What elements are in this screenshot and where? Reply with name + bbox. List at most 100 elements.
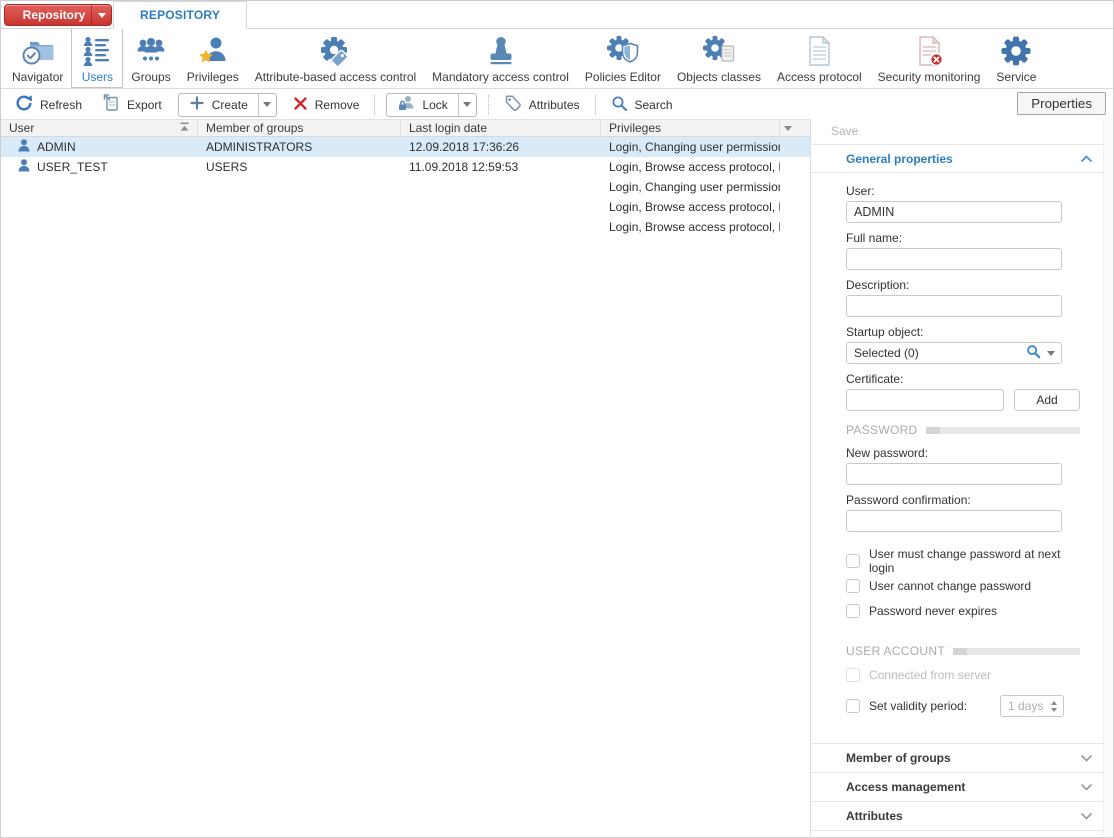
spin-up-button[interactable]	[1051, 701, 1057, 705]
ribbon-item-label: Navigator	[12, 70, 63, 84]
table-row[interactable]: Login, Browse access protocol, Logi...	[1, 217, 810, 237]
toolbar-separator	[488, 95, 489, 115]
privileges-user-star-icon	[196, 32, 230, 69]
ribbon-item-users[interactable]: Users	[71, 28, 123, 88]
repository-menu-caret[interactable]	[91, 5, 111, 25]
lock-button[interactable]: Lock	[387, 94, 457, 116]
add-certificate-button[interactable]: Add	[1014, 389, 1080, 411]
section-header-attributes[interactable]: Attributes	[812, 802, 1103, 830]
table-row[interactable]: Login, Changing user permissions, d...	[1, 177, 810, 197]
new-password-input[interactable]	[846, 463, 1062, 485]
attributes-button[interactable]: Attributes	[494, 93, 590, 116]
chevron-down-icon	[263, 102, 271, 107]
section-header-member-of-groups[interactable]: Member of groups	[812, 744, 1103, 772]
validity-period-spinner[interactable]: 1 days	[1000, 695, 1064, 717]
remove-button[interactable]: Remove	[283, 93, 370, 116]
full-name-input[interactable]	[846, 248, 1062, 270]
column-header-user[interactable]: User	[1, 120, 198, 136]
save-button[interactable]: Save	[812, 119, 1103, 144]
ribbon-item-label: Users	[82, 70, 113, 84]
search-label: Search	[635, 98, 673, 112]
certificate-input[interactable]	[846, 389, 1004, 411]
groups-cell: USERS	[198, 160, 401, 174]
section-title: Attributes	[846, 809, 903, 823]
create-dropdown-button[interactable]	[258, 94, 276, 116]
ribbon-item-label: Groups	[131, 70, 170, 84]
privileges-cell: Login, Changing user permissions, d...	[601, 140, 780, 154]
ribbon-item-security-monitoring[interactable]: Security monitoring	[870, 29, 989, 88]
checkbox-unchecked[interactable]	[846, 554, 860, 568]
description-input[interactable]	[846, 295, 1062, 317]
column-header-member-of-groups[interactable]: Member of groups	[198, 120, 401, 136]
spin-down-button[interactable]	[1051, 708, 1057, 712]
section-title: Access management	[846, 780, 965, 794]
ribbon-item-navigator[interactable]: Navigator	[4, 29, 71, 88]
user-icon	[18, 159, 30, 175]
section-header-user-objects[interactable]: User objects	[812, 831, 1103, 836]
privileges-cell: Login, Browse access protocol, Logi...	[601, 220, 780, 234]
search-button[interactable]: Search	[601, 93, 683, 116]
table-row[interactable]: ADMIN ADMINISTRATORS 12.09.2018 17:36:26…	[1, 137, 810, 157]
create-button[interactable]: Create	[179, 94, 258, 116]
group-title: PASSWORD	[846, 423, 918, 437]
column-header-label: User	[9, 121, 34, 135]
column-chooser-button[interactable]	[780, 120, 795, 136]
checkbox-password-never-expires[interactable]: Password never expires	[846, 603, 1080, 618]
groups-people-icon	[134, 32, 168, 69]
gear-tag-icon	[318, 32, 352, 69]
column-header-privileges[interactable]: Privileges	[601, 120, 780, 136]
column-header-last-login-date[interactable]: Last login date	[401, 120, 601, 136]
ribbon-item-privileges[interactable]: Privileges	[179, 29, 247, 88]
ribbon-item-label: Objects classes	[677, 70, 761, 84]
export-button[interactable]: Export	[92, 93, 172, 116]
ribbon-item-service[interactable]: Service	[988, 29, 1044, 88]
lock-dropdown-button[interactable]	[458, 94, 476, 116]
ribbon-item-mandatory-access-control[interactable]: Mandatory access control	[424, 29, 577, 88]
checkbox-unchecked[interactable]	[846, 604, 860, 618]
checkbox-unchecked[interactable]	[846, 579, 860, 593]
checkbox-cannot-change-password[interactable]: User cannot change password	[846, 578, 1080, 593]
create-split-button: Create	[178, 93, 277, 117]
checkbox-label: User must change password at next login	[869, 547, 1080, 575]
startup-object-value: Selected (0)	[854, 346, 1026, 360]
ribbon-item-label: Policies Editor	[585, 70, 661, 84]
section-header-general-properties[interactable]: General properties	[812, 145, 1103, 172]
ribbon-item-label: Mandatory access control	[432, 70, 569, 84]
section-header-access-management[interactable]: Access management	[812, 773, 1103, 801]
table-row[interactable]: USER_TEST USERS 11.09.2018 12:59:53 Logi…	[1, 157, 810, 177]
ribbon-item-access-protocol[interactable]: Access protocol	[769, 29, 870, 88]
checkbox-unchecked[interactable]	[846, 699, 860, 713]
repository-menu-button[interactable]: Repository	[4, 4, 112, 26]
user-name: USER_TEST	[37, 160, 108, 174]
privileges-cell: Login, Browse access protocol, Logi...	[601, 160, 780, 174]
navigator-folder-check-icon	[21, 32, 55, 69]
search-icon[interactable]	[1026, 344, 1041, 362]
column-header-label: Last login date	[409, 121, 487, 135]
checkbox-must-change-password[interactable]: User must change password at next login	[846, 553, 1080, 568]
tag-icon	[504, 94, 522, 115]
properties-toggle-button[interactable]: Properties	[1017, 92, 1106, 115]
password-confirmation-input[interactable]	[846, 510, 1062, 532]
certificate-field-label: Certificate:	[846, 372, 1080, 386]
lock-label: Lock	[422, 98, 447, 112]
ribbon-item-groups[interactable]: Groups	[123, 29, 178, 88]
refresh-button[interactable]: Refresh	[5, 93, 92, 116]
ribbon-item-objects-classes[interactable]: Objects classes	[669, 29, 769, 88]
user-input[interactable]	[846, 201, 1062, 223]
tab-repository[interactable]: REPOSITORY	[113, 1, 247, 29]
ribbon-item-attribute-based-access-control[interactable]: Attribute-based access control	[247, 29, 424, 88]
ribbon-item-policies-editor[interactable]: Policies Editor	[577, 29, 669, 88]
user-field-label: User:	[846, 184, 1080, 198]
chevron-down-icon	[463, 102, 471, 107]
user-icon	[18, 139, 30, 155]
panel-scrollbar[interactable]	[1103, 119, 1112, 836]
column-header-label: Privileges	[609, 121, 661, 135]
table-row[interactable]: Login, Browse access protocol, Logi...	[1, 197, 810, 217]
ribbon: Navigator Users	[1, 29, 1113, 89]
startup-object-combo[interactable]: Selected (0)	[846, 342, 1062, 364]
set-validity-period-row: Set validity period: 1 days	[846, 695, 1080, 717]
full-name-field-label: Full name:	[846, 231, 1080, 245]
chevron-down-icon	[1080, 780, 1093, 794]
chevron-down-icon[interactable]	[1047, 351, 1055, 356]
user-cell: ADMIN	[1, 139, 198, 155]
